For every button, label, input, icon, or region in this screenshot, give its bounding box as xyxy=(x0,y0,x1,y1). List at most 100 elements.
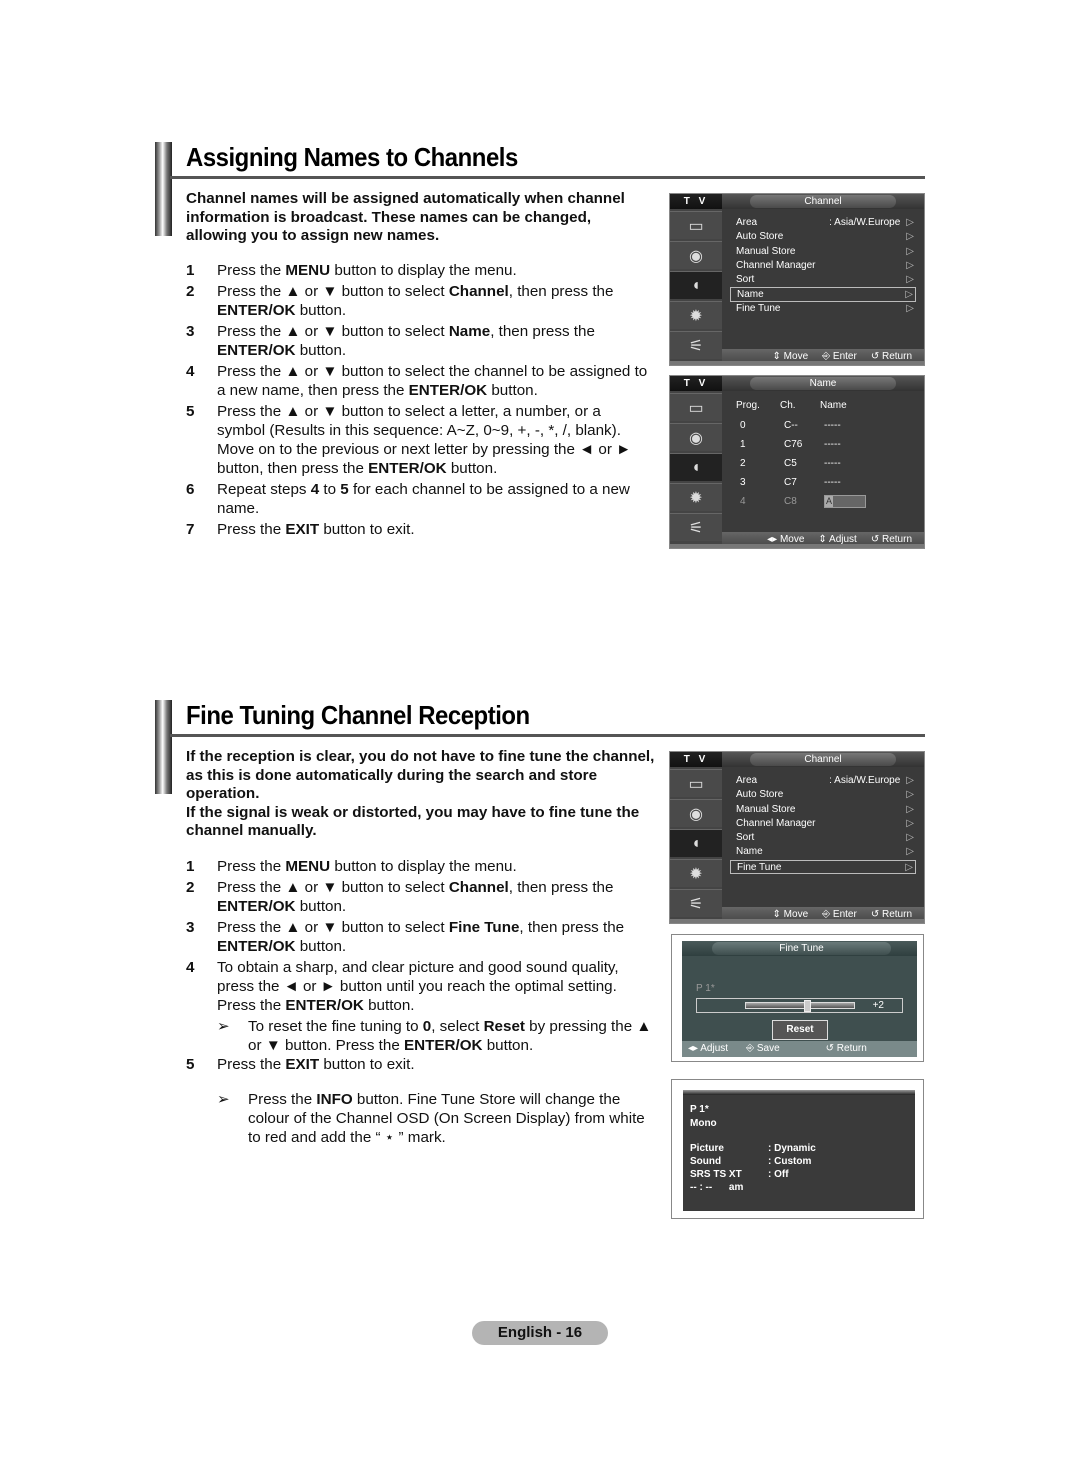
chevron-right-icon: ▷ xyxy=(906,274,914,286)
osd-tv-label: T V xyxy=(670,752,722,767)
table-row[interactable]: 4 C8 A xyxy=(736,492,884,511)
input-icon[interactable]: ⚟ xyxy=(670,331,722,359)
name-cell: ----- xyxy=(824,477,841,488)
osd-channel-menu-name-selected: T V ▭ ◉ ◖ ✹ ⚟ Channel Area: Asia/W.Europe ▷ Auto … xyxy=(669,193,925,366)
note-arrow-icon: ➢ xyxy=(217,1091,230,1108)
osd-menu-item[interactable]: Sort ▷ xyxy=(730,273,916,287)
step-number: 7 xyxy=(186,521,195,538)
setup-icon[interactable]: ✹ xyxy=(670,859,722,887)
osd-title: Channel xyxy=(750,753,896,766)
osd-menu-item[interactable]: Name ▷ xyxy=(730,287,916,302)
step-number: 3 xyxy=(186,919,195,936)
section2-steps: 1 Press the MENU button to display the me… xyxy=(186,857,656,1147)
section-marker-bar xyxy=(155,142,172,236)
picture-icon[interactable]: ▭ xyxy=(670,769,722,797)
step-number: 4 xyxy=(186,959,195,976)
step-item: 2 Press the ▲ or ▼ button to select Chann… xyxy=(186,878,656,916)
info-bar xyxy=(683,1090,915,1095)
setup-icon[interactable]: ✹ xyxy=(670,483,722,511)
step-number: 5 xyxy=(186,1056,195,1073)
chevron-right-icon: ▷ xyxy=(905,289,913,301)
title-rule xyxy=(170,176,925,179)
column-header: Name xyxy=(820,400,847,411)
step-text: Press the MENU button to display the men… xyxy=(217,262,517,279)
section-title-assigning-names: Assigning Names to Channels xyxy=(186,142,518,172)
step-number: 5 xyxy=(186,403,195,420)
osd-menu-item[interactable]: Channel Manager ▷ xyxy=(730,817,916,831)
reset-button[interactable]: Reset xyxy=(772,1020,828,1040)
fine-tune-footer: ◂▸ Adjust ⎆ Save ↺ Return xyxy=(682,1041,917,1057)
ch-cell: C7 xyxy=(784,477,797,488)
osd-menu-item[interactable]: Manual Store ▷ xyxy=(730,245,916,259)
step-item: 6 Repeat steps 4 to 5 for each channel to… xyxy=(186,480,651,518)
step-number: 2 xyxy=(186,879,195,896)
osd-menu-item[interactable]: Fine Tune ▷ xyxy=(730,302,916,316)
page-number: English - 16 xyxy=(472,1321,608,1345)
osd-header: Name xyxy=(722,376,924,391)
input-icon[interactable]: ⚟ xyxy=(670,513,722,541)
osd-menu-item[interactable]: Fine Tune ▷ xyxy=(730,859,916,875)
osd-title: Channel xyxy=(750,195,896,208)
step-item: 3 Press the ▲ or ▼ button to select Fine … xyxy=(186,918,656,956)
osd-menu-item[interactable]: Channel Manager ▷ xyxy=(730,259,916,273)
step-text: Press the ▲ or ▼ button to select Name, … xyxy=(217,323,595,359)
osd-menu-item-label: Sort xyxy=(736,274,755,286)
chevron-right-icon: ▷ xyxy=(906,217,914,228)
osd-menu-item[interactable]: Area: Asia/W.Europe ▷ xyxy=(730,774,916,788)
name-cell: A xyxy=(824,492,884,511)
osd-menu-item-label: Auto Store xyxy=(736,789,784,801)
name-edit-field[interactable]: A xyxy=(824,494,866,508)
osd-title: Name xyxy=(750,377,896,390)
note-reset: ➢ To reset the fine tuning to 0, select R… xyxy=(217,1017,656,1055)
osd-menu-item[interactable]: Auto Store ▷ xyxy=(730,788,916,802)
prog-cell: 1 xyxy=(740,439,746,450)
input-icon[interactable]: ⚟ xyxy=(670,889,722,917)
info-program: P 1* xyxy=(690,1104,709,1115)
info-row: Sound: Custom xyxy=(690,1155,816,1168)
table-row[interactable]: 0 C-- ----- xyxy=(736,416,884,435)
osd-menu-item[interactable]: Auto Store ▷ xyxy=(730,230,916,244)
sound-icon[interactable]: ◉ xyxy=(670,799,722,827)
step-number: 3 xyxy=(186,323,195,340)
table-row[interactable]: 2 C5 ----- xyxy=(736,454,884,473)
chevron-right-icon: ▷ xyxy=(906,846,914,858)
fine-tune-slider[interactable] xyxy=(745,1000,855,1012)
prog-cell: 2 xyxy=(740,458,746,469)
note-text: Press the INFO button. Fine Tune Store w… xyxy=(248,1091,645,1146)
chevron-right-icon: ▷ xyxy=(906,803,914,815)
chevron-right-icon: ▷ xyxy=(906,817,914,829)
note-text: To reset the fine tuning to 0, select Re… xyxy=(248,1018,652,1054)
osd-menu-list: Area: Asia/W.Europe ▷ Auto Store ▷ Manual St… xyxy=(730,216,916,316)
step-text: Press the MENU button to display the men… xyxy=(217,858,517,875)
sound-icon[interactable]: ◉ xyxy=(670,241,722,269)
osd-channel-menu-finetune-selected: T V ▭ ◉ ◖ ✹ ⚟ Channel Area: Asia/W.Europe ▷ Auto … xyxy=(669,751,925,924)
picture-icon[interactable]: ▭ xyxy=(670,211,722,239)
osd-menu-item-label: Name xyxy=(736,846,763,858)
fine-tune-slider-handle[interactable] xyxy=(804,1000,812,1012)
setup-icon[interactable]: ✹ xyxy=(670,301,722,329)
osd-menu-item[interactable]: Manual Store ▷ xyxy=(730,803,916,817)
osd-menu-item-value: : Asia/W.Europe xyxy=(829,217,901,228)
step-number: 4 xyxy=(186,363,195,380)
osd-menu-item[interactable]: Area: Asia/W.Europe ▷ xyxy=(730,216,916,230)
step-item: 7 Press the EXIT button to exit. xyxy=(186,520,651,539)
osd-menu-item[interactable]: Sort ▷ xyxy=(730,831,916,845)
sound-icon[interactable]: ◉ xyxy=(670,423,722,451)
osd-menu-item-label: Fine Tune xyxy=(737,861,782,873)
channel-icon[interactable]: ◖ xyxy=(670,453,722,481)
osd-tv-label: T V xyxy=(670,194,722,209)
table-row[interactable]: 3 C7 ----- xyxy=(736,473,884,492)
section-marker-bar xyxy=(155,700,172,794)
channel-icon[interactable]: ◖ xyxy=(670,829,722,857)
info-audio: Mono xyxy=(690,1118,717,1129)
chevron-right-icon: ▷ xyxy=(906,259,914,271)
osd-sidebar: T V ▭ ◉ ◖ ✹ ⚟ xyxy=(670,752,722,923)
channel-icon[interactable]: ◖ xyxy=(670,271,722,299)
prog-cell: 3 xyxy=(740,477,746,488)
osd-menu-item-label: Channel Manager xyxy=(736,817,816,829)
name-cell: ----- xyxy=(824,439,841,450)
table-row[interactable]: 1 C76 ----- xyxy=(736,435,884,454)
osd-menu-item[interactable]: Name ▷ xyxy=(730,845,916,859)
step-item: 3 Press the ▲ or ▼ button to select Name,… xyxy=(186,322,651,360)
picture-icon[interactable]: ▭ xyxy=(670,393,722,421)
